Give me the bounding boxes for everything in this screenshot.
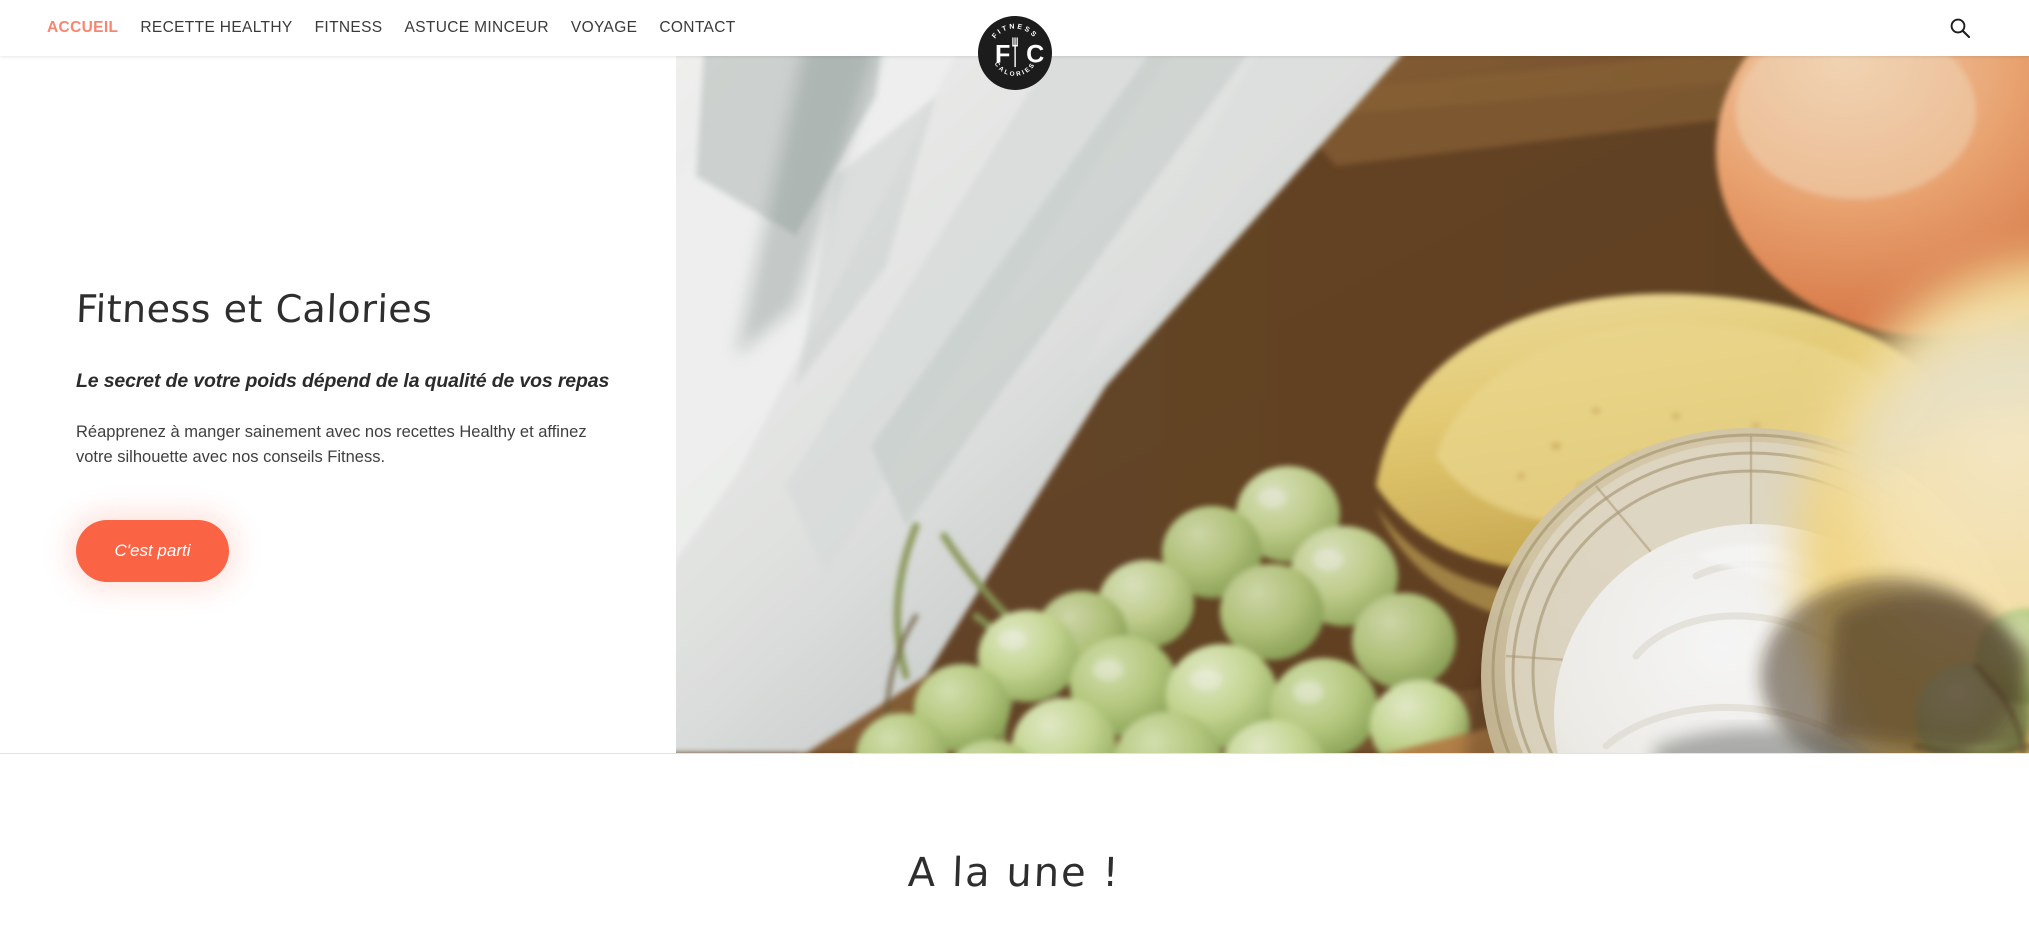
site-logo[interactable]: FITNESS CALORIES F C <box>977 16 1052 90</box>
hero-section: Fitness et Calories Le secret de votre p… <box>0 56 2029 754</box>
logo-letter-f: F <box>995 41 1010 69</box>
nav-item-accueil[interactable]: ACCUEIL <box>36 20 129 36</box>
hero-text-block: Fitness et Calories Le secret de votre p… <box>75 287 616 582</box>
cest-parti-button[interactable]: C'est parti <box>76 519 229 582</box>
nav-item-contact[interactable]: CONTACT <box>648 20 746 36</box>
primary-navigation: ACCUEIL RECETTE HEALTHY FITNESS ASTUCE M… <box>0 20 747 36</box>
hero-subtitle: Le secret de votre poids dépend de la qu… <box>76 369 610 392</box>
site-header: ACCUEIL RECETTE HEALTHY FITNESS ASTUCE M… <box>0 0 2029 90</box>
nav-item-recette-healthy[interactable]: RECETTE HEALTHY <box>129 20 303 36</box>
search-button[interactable] <box>1943 11 1977 45</box>
nav-item-astuce-minceur[interactable]: ASTUCE MINCEUR <box>394 20 560 36</box>
page-title: Fitness et Calories <box>75 287 434 331</box>
logo-letter-c: C <box>1026 41 1044 69</box>
hero-photo <box>676 56 2029 753</box>
search-icon <box>1950 18 1971 39</box>
featured-section-title: A la une ! <box>907 850 1122 896</box>
featured-section: A la une ! <box>0 754 2029 944</box>
nav-item-voyage[interactable]: VOYAGE <box>560 20 648 36</box>
hero-paragraph: Réapprenez à manger sainement avec nos r… <box>76 423 587 467</box>
nav-item-fitness[interactable]: FITNESS <box>304 20 394 36</box>
